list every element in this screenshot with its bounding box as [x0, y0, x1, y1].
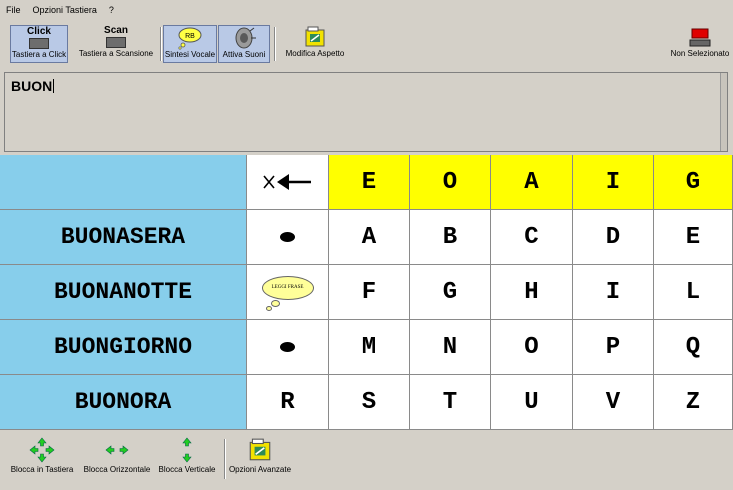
horizontal-arrows-icon — [105, 445, 129, 455]
advanced-options-label: Opzioni Avanzate — [228, 465, 292, 474]
toolbar: Click Tastiera a Click Scan Tastiera a S… — [0, 21, 733, 69]
key-S[interactable]: S — [329, 375, 410, 430]
read-sentence-bubble-icon: LEGGI FRASE — [261, 276, 314, 311]
scan-label: Tastiera a Scansione — [78, 49, 154, 58]
key-F[interactable]: F — [329, 265, 410, 320]
menu-file[interactable]: File — [0, 5, 27, 15]
period-key[interactable] — [247, 320, 329, 375]
edit-appearance-button[interactable]: Modifica Aspetto — [282, 25, 348, 63]
voice-label: Sintesi Vocale — [164, 50, 216, 59]
read-sentence-key[interactable]: LEGGI FRASE — [247, 265, 329, 320]
key-D[interactable]: D — [573, 210, 654, 265]
voice-badge: RB — [185, 33, 195, 40]
folder-tools-icon — [305, 26, 325, 47]
lock-keyboard-button[interactable]: Blocca in Tastiera — [8, 437, 76, 474]
menu-keyboard-options[interactable]: Opzioni Tastiera — [27, 5, 103, 15]
word-key-buonanotte[interactable]: BUONANOTTE — [0, 265, 247, 320]
key-A[interactable]: A — [491, 155, 573, 210]
key-B[interactable]: B — [410, 210, 491, 265]
enable-sounds-button[interactable]: Attiva Suoni — [218, 25, 270, 63]
toolbar-separator — [274, 27, 276, 61]
advanced-options-button[interactable]: Opzioni Avanzate — [226, 437, 294, 474]
speaker-icon — [235, 27, 256, 49]
lock-keyboard-label: Blocca in Tastiera — [10, 465, 74, 474]
key-I[interactable]: I — [573, 265, 654, 320]
lock-vertical-label: Blocca Verticale — [158, 465, 216, 474]
period-dot-icon — [280, 342, 295, 352]
key-C[interactable]: C — [491, 210, 573, 265]
word-key-buongiorno[interactable]: BUONGIORNO — [0, 320, 247, 375]
word-key-buonora[interactable]: BUONORA — [0, 375, 247, 430]
key-T[interactable]: T — [410, 375, 491, 430]
key-Q[interactable]: Q — [654, 320, 733, 375]
click-label: Tastiera a Click — [11, 50, 67, 59]
click-keyboard-button[interactable]: Click Tastiera a Click — [10, 25, 68, 63]
appearance-label: Modifica Aspetto — [285, 49, 345, 58]
vertical-arrows-icon — [182, 437, 192, 463]
lock-horizontal-label: Blocca Orizzontale — [83, 465, 151, 474]
key-L[interactable]: L — [654, 265, 733, 320]
not-selected-label: Non Selezionato — [670, 49, 730, 58]
voice-synthesis-button[interactable]: RB Sintesi Vocale — [163, 25, 217, 63]
key-M[interactable]: M — [329, 320, 410, 375]
key-R[interactable]: R — [247, 375, 329, 430]
speech-bubble-icon: RB — [178, 27, 202, 50]
key-A[interactable]: A — [329, 210, 410, 265]
key-P[interactable]: P — [573, 320, 654, 375]
keyboard-icon — [106, 37, 126, 48]
menu-bar: File Opzioni Tastiera ? — [0, 0, 733, 20]
key-N[interactable]: N — [410, 320, 491, 375]
editor-scrollbar[interactable] — [720, 73, 727, 151]
backspace-key[interactable] — [247, 155, 329, 210]
toolbar-separator — [160, 27, 162, 61]
key-U[interactable]: U — [491, 375, 573, 430]
key-O[interactable]: O — [491, 320, 573, 375]
backspace-icon — [262, 174, 311, 190]
period-dot-icon — [280, 232, 295, 242]
key-V[interactable]: V — [573, 375, 654, 430]
menu-help[interactable]: ? — [103, 5, 120, 15]
bubble-tail-dot — [270, 300, 280, 307]
key-G[interactable]: G — [654, 155, 733, 210]
key-E[interactable]: E — [329, 155, 410, 210]
key-G[interactable]: G — [410, 265, 491, 320]
scan-keyboard-button[interactable]: Scan Tastiera a Scansione — [75, 25, 157, 63]
bubble-tail-dot — [265, 306, 272, 311]
lock-vertical-button[interactable]: Blocca Verticale — [156, 437, 218, 474]
key-H[interactable]: H — [491, 265, 573, 320]
word-key-buonasera[interactable]: BUONASERA — [0, 210, 247, 265]
key-Z[interactable]: Z — [654, 375, 733, 430]
sound-label: Attiva Suoni — [222, 50, 266, 59]
key-E[interactable]: E — [654, 210, 733, 265]
key-I[interactable]: I — [573, 155, 654, 210]
keyboard-grid: E O A I G BUONASERA A B C D E BUONANOTTE… — [0, 155, 733, 430]
lock-horizontal-button[interactable]: Blocca Orizzontale — [82, 437, 152, 474]
editor-content: BUON — [11, 78, 55, 94]
text-editor[interactable]: BUON — [4, 72, 728, 152]
not-selected-indicator[interactable]: Non Selezionato — [668, 25, 732, 63]
key-O[interactable]: O — [410, 155, 491, 210]
word-cell-empty — [0, 155, 247, 210]
bottom-toolbar: Blocca in Tastiera Blocca Orizzontale Bl… — [0, 433, 733, 490]
four-way-arrows-icon — [29, 437, 55, 463]
read-sentence-label: LEGGI FRASE — [271, 285, 304, 290]
click-title: Click — [27, 26, 51, 37]
text-caret — [53, 79, 55, 93]
period-key[interactable] — [247, 210, 329, 265]
folder-tools-icon — [249, 438, 271, 461]
editor-text: BUON — [11, 78, 53, 94]
keyboard-icon — [29, 38, 49, 49]
red-keyboard-icon — [689, 28, 711, 47]
scan-title: Scan — [104, 25, 128, 36]
